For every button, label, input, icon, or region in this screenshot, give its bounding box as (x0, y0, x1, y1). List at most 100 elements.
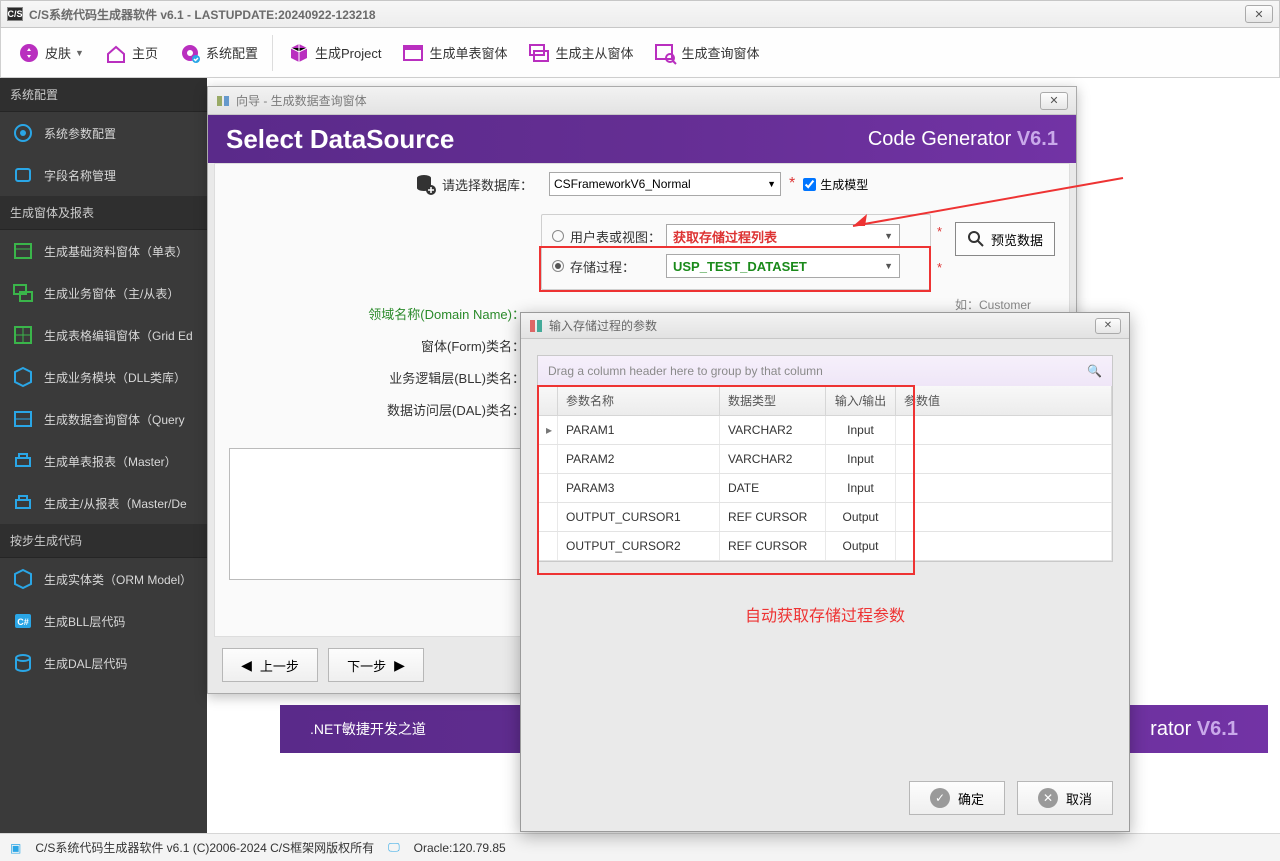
table-row[interactable]: OUTPUT_CURSOR2REF CURSOROutput (538, 532, 1112, 561)
sidebar-item-single-report[interactable]: 生成单表报表（Master） (0, 440, 207, 482)
sidebar-item-fieldname[interactable]: 字段名称管理 (0, 154, 207, 196)
search-icon[interactable]: 🔍 (1087, 364, 1102, 378)
table-row[interactable]: OUTPUT_CURSOR1REF CURSOROutput (538, 503, 1112, 532)
gen-model-label: 生成模型 (820, 176, 868, 193)
col-name[interactable]: 参数名称 (558, 386, 720, 415)
wizard-close-button[interactable]: ✕ (1040, 92, 1068, 110)
sidebar-item-dal[interactable]: 生成DAL层代码 (0, 642, 207, 684)
cell-io: Input (826, 474, 896, 502)
cell-name: OUTPUT_CURSOR2 (558, 532, 720, 560)
sidebar-item-basic-form[interactable]: 生成基础资料窗体（单表） (0, 230, 207, 272)
status-db: Oracle:120.79.85 (414, 841, 506, 855)
toolbar-config[interactable]: 系统配置 (170, 37, 266, 69)
sidebar-item-md-report[interactable]: 生成主/从报表（Master/De (0, 482, 207, 524)
dropdown-caret-icon: ▼ (884, 231, 893, 241)
window-close-button[interactable]: ✕ (1245, 5, 1273, 23)
footer-slogan: .NET敏捷开发之道 (310, 719, 426, 739)
sidebar-item-grid-form[interactable]: 生成表格编辑窗体（Grid Ed (0, 314, 207, 356)
query-icon (12, 408, 34, 430)
col-val[interactable]: 参数值 (896, 386, 1112, 415)
wizard-banner-title: Select DataSource (226, 124, 454, 155)
triangle-right-icon: ▶ (394, 657, 405, 674)
sidebar-item-label: 生成BLL层代码 (44, 613, 125, 630)
row-indicator: ▸ (538, 416, 558, 444)
preview-data-button[interactable]: 预览数据 (955, 222, 1055, 256)
cell-type: VARCHAR2 (720, 445, 826, 473)
sidebar-item-label: 生成业务模块（DLL类库） (44, 369, 186, 386)
next-label: 下一步 (347, 656, 386, 675)
grid-group-hint: Drag a column header here to group by th… (548, 364, 823, 378)
dal-class-label: 数据访问层(DAL)类名： (215, 400, 525, 419)
sidebar-item-orm[interactable]: 生成实体类（ORM Model） (0, 558, 207, 600)
gear-icon (12, 122, 34, 144)
radio-stored-proc[interactable] (552, 260, 564, 272)
app-icon: C/S (7, 7, 23, 21)
sidebar-section-forms: 生成窗体及报表 (0, 196, 207, 230)
sidebar-item-label: 生成主/从报表（Master/De (44, 495, 187, 512)
table-row[interactable]: ▸PARAM1VARCHAR2Input (538, 416, 1112, 445)
gear-icon (178, 41, 202, 65)
svg-text:C#: C# (17, 617, 29, 627)
gen-model-check[interactable] (803, 178, 816, 191)
param-title-text: 输入存储过程的参数 (549, 317, 657, 334)
cube-icon (287, 41, 311, 65)
stored-proc-value: USP_TEST_DATASET (673, 259, 807, 274)
cell-name: PARAM3 (558, 474, 720, 502)
sidebar-item-query-form[interactable]: 生成数据查询窗体（Query (0, 398, 207, 440)
cell-val[interactable] (896, 416, 1112, 444)
cancel-button[interactable]: ✕取消 (1017, 781, 1113, 815)
radio-user-table-label: 用户表或视图： (570, 227, 666, 246)
db-select[interactable]: CSFrameworkV6_Normal▼ (549, 172, 781, 196)
toolbar-gen-master-detail-label: 生成主从窗体 (555, 43, 633, 62)
prev-label: 上一步 (260, 656, 299, 675)
grid-group-bar[interactable]: Drag a column header here to group by th… (538, 356, 1112, 386)
footer-brand: rator V6.1 (1150, 718, 1238, 741)
app-titlebar: C/S C/S系统代码生成器软件 v6.1 - LASTUPDATE:20240… (0, 0, 1280, 28)
col-type[interactable]: 数据类型 (720, 386, 826, 415)
dialog-icon (529, 319, 543, 333)
sidebar-item-label: 生成DAL层代码 (44, 655, 127, 672)
db-label: 请选择数据库： (442, 175, 541, 194)
wizard-title-text: 向导 - 生成数据查询窗体 (236, 92, 367, 109)
sidebar-item-label: 生成表格编辑窗体（Grid Ed (44, 327, 193, 344)
wizard-titlebar: 向导 - 生成数据查询窗体 ✕ (208, 87, 1076, 115)
toolbar-gen-query-form-label: 生成查询窗体 (681, 43, 759, 62)
cell-val[interactable] (896, 474, 1112, 502)
gen-model-checkbox[interactable]: 生成模型 (803, 176, 868, 193)
cancel-label: 取消 (1066, 789, 1092, 808)
cell-io: Input (826, 445, 896, 473)
toolbar-gen-master-detail[interactable]: 生成主从窗体 (519, 37, 641, 69)
toolbar-gen-project[interactable]: 生成Project (279, 37, 389, 69)
user-table-select[interactable]: 获取存储过程列表 ▼ (666, 224, 900, 248)
stored-proc-select[interactable]: USP_TEST_DATASET▼ (666, 254, 900, 278)
next-button[interactable]: 下一步 ▶ (328, 648, 424, 682)
cell-val[interactable] (896, 503, 1112, 531)
sidebar-item-label: 系统参数配置 (44, 125, 116, 142)
toolbar-skin[interactable]: 皮肤 ▼ (9, 37, 92, 69)
sidebar-item-bll[interactable]: C# 生成BLL层代码 (0, 600, 207, 642)
app-title: C/S系统代码生成器软件 v6.1 - LASTUPDATE:20240922-… (29, 6, 1245, 23)
toolbar-gen-project-label: 生成Project (315, 43, 381, 62)
cell-val[interactable] (896, 532, 1112, 560)
ok-button[interactable]: ✓确定 (909, 781, 1005, 815)
col-io[interactable]: 输入/输出 (826, 386, 896, 415)
sidebar-item-biz-form[interactable]: 生成业务窗体（主/从表） (0, 272, 207, 314)
sidebar-item-sysparam[interactable]: 系统参数配置 (0, 112, 207, 154)
toolbar-home[interactable]: 主页 (96, 37, 166, 69)
home-icon (104, 41, 128, 65)
table-row[interactable]: PARAM3DATEInput (538, 474, 1112, 503)
param-close-button[interactable]: ✕ (1095, 318, 1121, 334)
sidebar: 系统配置 系统参数配置 字段名称管理 生成窗体及报表 生成基础资料窗体（单表） … (0, 78, 207, 833)
toolbar-gen-single-form[interactable]: 生成单表窗体 (393, 37, 515, 69)
sidebar-item-dll-module[interactable]: 生成业务模块（DLL类库） (0, 356, 207, 398)
toolbar-gen-query-form[interactable]: 生成查询窗体 (645, 37, 767, 69)
radio-user-table[interactable] (552, 230, 564, 242)
prev-button[interactable]: ◀ 上一步 (222, 648, 318, 682)
status-bar: ▣ C/S系统代码生成器软件 v6.1 (C)2006-2024 C/S框架网版… (0, 833, 1280, 861)
cell-val[interactable] (896, 445, 1112, 473)
table-row[interactable]: PARAM2VARCHAR2Input (538, 445, 1112, 474)
user-table-value: 获取存储过程列表 (673, 227, 777, 246)
cube-icon (12, 366, 34, 388)
sidebar-item-label: 生成数据查询窗体（Query (44, 411, 185, 428)
triangle-left-icon: ◀ (241, 657, 252, 674)
